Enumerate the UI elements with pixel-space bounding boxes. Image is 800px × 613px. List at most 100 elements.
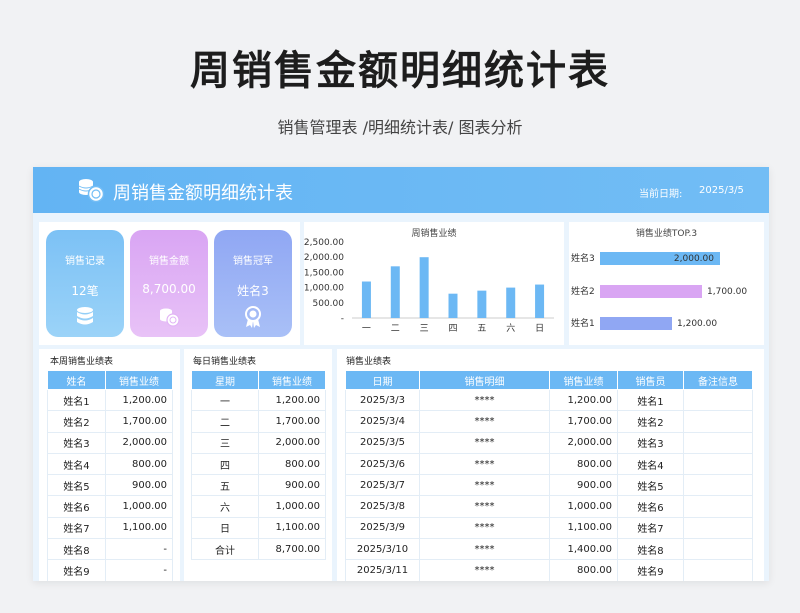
table-cell[interactable]: ****: [419, 410, 550, 433]
table-cell[interactable]: 姓名9: [617, 559, 684, 581]
bar: [506, 287, 516, 318]
table-cell[interactable]: 姓名2: [617, 410, 684, 433]
column-header: 销售业绩: [105, 370, 173, 390]
table-cell[interactable]: ****: [419, 388, 550, 412]
table-cell[interactable]: [683, 495, 753, 518]
bar: [600, 317, 672, 330]
table-cell[interactable]: ****: [419, 474, 550, 497]
table-cell[interactable]: 姓名9: [47, 559, 106, 581]
card-sales-records: 销售记录 12笔: [46, 230, 124, 337]
table-cell[interactable]: 1,200.00: [549, 388, 618, 412]
top3-chart-panel: 销售业绩TOP.3 姓名3 2,000.00 姓名2 1,700.00 姓名1 1,200…: [569, 222, 764, 345]
table-cell[interactable]: 2025/3/7: [345, 474, 420, 497]
table-cell[interactable]: 1,100.00: [258, 516, 326, 540]
table-cell[interactable]: 2,000.00: [105, 431, 173, 454]
current-date-label: 当前日期:: [639, 189, 683, 200]
table-cell[interactable]: 姓名5: [617, 474, 684, 497]
table-cell[interactable]: 1,100.00: [549, 516, 618, 540]
table-cell[interactable]: 姓名6: [617, 495, 684, 518]
table-cell[interactable]: -: [105, 559, 173, 581]
table-cell[interactable]: 二: [191, 410, 259, 433]
table-cell[interactable]: 1,000.00: [258, 495, 326, 518]
table-cell[interactable]: [683, 431, 753, 454]
table-cell[interactable]: 姓名4: [47, 452, 106, 476]
table-cell[interactable]: [683, 516, 753, 540]
table-cell[interactable]: 1,400.00: [549, 538, 618, 561]
table-cell[interactable]: 姓名4: [617, 452, 684, 476]
sales-table-title: 销售业绩表: [346, 357, 392, 367]
table-cell[interactable]: 姓名3: [47, 431, 106, 454]
table-cell[interactable]: 900.00: [549, 474, 618, 497]
table-cell[interactable]: ****: [419, 559, 550, 581]
table-cell[interactable]: 2025/3/8: [345, 495, 420, 518]
table-cell[interactable]: [683, 452, 753, 476]
table-cell[interactable]: 800.00: [549, 452, 618, 476]
table-cell[interactable]: 姓名3: [617, 431, 684, 454]
table-cell[interactable]: 姓名8: [617, 538, 684, 561]
coins-icon: [160, 308, 180, 327]
table-cell[interactable]: 2,000.00: [549, 431, 618, 454]
table-cell[interactable]: 1,000.00: [105, 495, 173, 518]
table-cell[interactable]: 1,700.00: [258, 410, 326, 433]
table-cell[interactable]: 日: [191, 516, 259, 540]
table-cell[interactable]: 2025/3/6: [345, 452, 420, 476]
table-cell[interactable]: 2025/3/11: [345, 559, 420, 581]
column-header: 销售员: [617, 370, 684, 390]
bar: [448, 293, 458, 318]
table-cell[interactable]: 姓名8: [47, 538, 106, 561]
table-cell[interactable]: 800.00: [549, 559, 618, 581]
table-cell[interactable]: ****: [419, 495, 550, 518]
table-cell[interactable]: 2025/3/3: [345, 388, 420, 412]
table-cell[interactable]: 1,700.00: [105, 410, 173, 433]
table-cell[interactable]: 1,700.00: [549, 410, 618, 433]
table-cell[interactable]: 2025/3/9: [345, 516, 420, 540]
table-cell[interactable]: 一: [191, 388, 259, 412]
table-cell[interactable]: 2,000.00: [258, 431, 326, 454]
table-cell[interactable]: [683, 538, 753, 561]
table-cell[interactable]: 8,700.00: [258, 538, 326, 561]
y-tick-label: -: [341, 314, 344, 324]
table-cell[interactable]: 1,100.00: [105, 516, 173, 540]
table-cell[interactable]: 姓名7: [617, 516, 684, 540]
column-header: 销售业绩: [549, 370, 618, 390]
table-cell[interactable]: 900.00: [258, 474, 326, 497]
table-row: 姓名5 900.00: [47, 474, 173, 497]
table-cell[interactable]: 1,200.00: [258, 388, 326, 412]
table-row: 2025/3/7 **** 900.00 姓名5: [345, 474, 753, 497]
table-cell[interactable]: [683, 410, 753, 433]
table-cell[interactable]: 姓名7: [47, 516, 106, 540]
table-cell[interactable]: [683, 474, 753, 497]
table-cell[interactable]: ****: [419, 516, 550, 540]
table-cell[interactable]: 1,000.00: [549, 495, 618, 518]
card-value: 12笔: [71, 284, 99, 298]
bar-category-label: 姓名1: [571, 317, 595, 329]
table-cell[interactable]: 2025/3/5: [345, 431, 420, 454]
table-cell[interactable]: 姓名1: [617, 388, 684, 412]
table-row: 姓名1 1,200.00: [47, 388, 173, 412]
table-cell[interactable]: 2025/3/4: [345, 410, 420, 433]
table-row: 一 1,200.00: [191, 388, 326, 412]
table-cell[interactable]: 姓名1: [47, 388, 106, 412]
table-cell[interactable]: 姓名6: [47, 495, 106, 518]
table-row: 2025/3/6 **** 800.00 姓名4: [345, 452, 753, 476]
table-cell[interactable]: 1,200.00: [105, 388, 173, 412]
table-cell[interactable]: 四: [191, 452, 259, 476]
table-cell[interactable]: [683, 388, 753, 412]
table-cell[interactable]: 800.00: [258, 452, 326, 476]
table-cell[interactable]: 800.00: [105, 452, 173, 476]
table-cell[interactable]: ****: [419, 538, 550, 561]
table-cell[interactable]: 2025/3/10: [345, 538, 420, 561]
table-cell[interactable]: 姓名2: [47, 410, 106, 433]
x-tick-label: 三: [420, 324, 429, 334]
table-cell[interactable]: 姓名5: [47, 474, 106, 497]
bar: [419, 257, 429, 318]
table-cell[interactable]: [683, 559, 753, 581]
table-cell[interactable]: 合计: [191, 538, 259, 561]
table-cell[interactable]: -: [105, 538, 173, 561]
table-cell[interactable]: ****: [419, 452, 550, 476]
table-cell[interactable]: 六: [191, 495, 259, 518]
table-cell[interactable]: 三: [191, 431, 259, 454]
table-cell[interactable]: 五: [191, 474, 259, 497]
table-cell[interactable]: 900.00: [105, 474, 173, 497]
table-cell[interactable]: ****: [419, 431, 550, 454]
